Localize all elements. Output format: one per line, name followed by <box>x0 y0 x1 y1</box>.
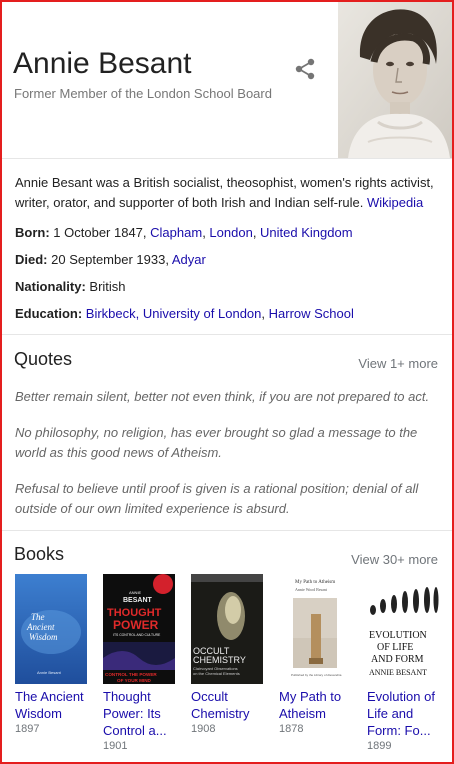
books-more-link[interactable]: View 30+ more <box>351 552 438 567</box>
born-link-london[interactable]: London <box>209 225 252 240</box>
book-year: 1901 <box>103 740 128 752</box>
cover-text: AND FORM <box>371 654 424 665</box>
cover-text: Published by the Library of Alexandria <box>291 673 342 677</box>
quotes-heading: Quotes <box>14 349 73 369</box>
quotes-divider <box>2 530 452 531</box>
died-link-adyar[interactable]: Adyar <box>172 252 206 267</box>
cover-text: Annie Besant <box>37 670 62 675</box>
cover-text: POWER <box>113 618 159 632</box>
cover-text: OF LIFE <box>377 642 413 653</box>
cover-text: The <box>31 612 45 622</box>
quote-item[interactable]: Refusal to believe until proof is given … <box>15 479 435 519</box>
fact-education: Education: Birkbeck, University of Londo… <box>15 306 354 321</box>
book-title[interactable]: Evolution of Life and Form: Fo... <box>367 688 447 739</box>
cover-text: ANNIE <box>129 590 142 595</box>
cover-text: EVOLUTION <box>369 630 427 641</box>
book-card-evolution-of-life[interactable]: EVOLUTION OF LIFE AND FORM ANNIE BESANT … <box>367 574 445 752</box>
share-icon[interactable] <box>292 56 318 82</box>
book-card-occult-chemistry[interactable]: OCCULT CHEMISTRY Clairvoyant Observation… <box>191 574 269 735</box>
fact-died-value: 20 September 1933, <box>51 252 169 267</box>
cover-text: Annie Wood Besant <box>295 587 328 592</box>
cover-text: CHEMISTRY <box>193 655 246 665</box>
books-heading: Books <box>14 544 65 564</box>
cover-text: on the Chemical Elements <box>193 671 240 676</box>
facts-divider <box>2 334 452 335</box>
fact-born-value: 1 October 1847, <box>53 225 147 240</box>
education-link-birkbeck[interactable]: Birkbeck, University of London <box>86 306 262 321</box>
book-year: 1897 <box>15 723 40 735</box>
fact-born: Born: 1 October 1847, Clapham, London, U… <box>15 225 353 240</box>
fact-nationality: Nationality: British <box>15 277 440 297</box>
quote-item[interactable]: Better remain silent, better not even th… <box>15 387 435 407</box>
cover-text: My Path to Atheism <box>295 580 335 585</box>
wikipedia-link[interactable]: Wikipedia <box>367 195 423 210</box>
quote-item[interactable]: No philosophy, no religion, has ever bro… <box>15 423 435 463</box>
book-year: 1878 <box>279 723 304 735</box>
fact-nationality-label: Nationality: <box>15 279 86 294</box>
books-carousel: The Ancient Wisdom Annie Besant The Anci… <box>15 574 445 754</box>
born-link-clapham[interactable]: Clapham <box>150 225 202 240</box>
book-year: 1908 <box>191 723 216 735</box>
book-card-thought-power[interactable]: ANNIE BESANT THOUGHT POWER ITS CONTROL A… <box>103 574 181 752</box>
born-link-uk[interactable]: United Kingdom <box>260 225 353 240</box>
cover-text: BESANT <box>123 597 153 604</box>
book-cover-evolution-of-life[interactable]: EVOLUTION OF LIFE AND FORM ANNIE BESANT <box>367 574 439 684</box>
header-divider <box>2 158 452 159</box>
book-title[interactable]: Occult Chemistry <box>191 688 271 722</box>
book-cover-occult-chemistry[interactable]: OCCULT CHEMISTRY Clairvoyant Observation… <box>191 574 263 684</box>
entity-description: Annie Besant was a British socialist, th… <box>15 173 440 213</box>
cover-text: CONTROL THE POWER <box>105 672 157 677</box>
cover-text: ANNIE BESANT <box>369 668 427 677</box>
book-title[interactable]: Thought Power: Its Control a... <box>103 688 183 739</box>
fact-education-label: Education: <box>15 306 83 321</box>
fact-died-label: Died: <box>15 252 48 267</box>
entity-subtitle: Former Member of the London School Board <box>14 86 272 101</box>
fact-born-label: Born: <box>15 225 50 240</box>
cover-text: Ancient <box>26 622 55 632</box>
cover-text: OF YOUR MIND <box>117 678 152 683</box>
book-card-ancient-wisdom[interactable]: The Ancient Wisdom Annie Besant The Anci… <box>15 574 93 735</box>
portrait-image[interactable] <box>338 2 452 158</box>
education-link-harrow[interactable]: Harrow School <box>269 306 354 321</box>
book-title[interactable]: My Path to Atheism <box>279 688 359 722</box>
book-title[interactable]: The Ancient Wisdom <box>15 688 95 722</box>
quotes-more-link[interactable]: View 1+ more <box>358 356 438 371</box>
entity-title: Annie Besant <box>13 47 192 80</box>
book-year: 1899 <box>367 740 392 752</box>
cover-text: Wisdom <box>29 632 58 642</box>
book-cover-my-path-to-atheism[interactable]: My Path to Atheism Annie Wood Besant Pub… <box>279 574 351 684</box>
cover-text: ITS CONTROL AND CULTURE <box>113 633 161 637</box>
fact-nationality-value: British <box>89 279 126 294</box>
fact-died: Died: 20 September 1933, Adyar <box>15 250 440 270</box>
book-cover-thought-power[interactable]: ANNIE BESANT THOUGHT POWER ITS CONTROL A… <box>103 574 175 684</box>
book-cover-ancient-wisdom[interactable]: The Ancient Wisdom Annie Besant <box>15 574 87 684</box>
book-card-my-path-to-atheism[interactable]: My Path to Atheism Annie Wood Besant Pub… <box>279 574 357 735</box>
